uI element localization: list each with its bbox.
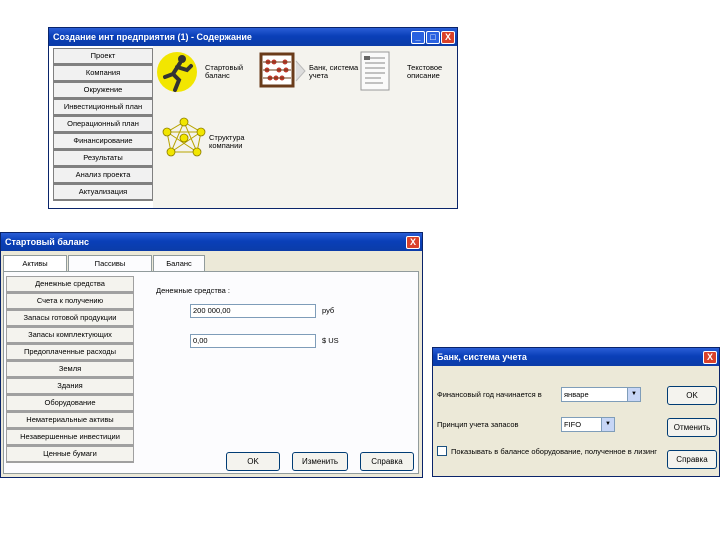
tab-strip: Активы Пассивы Баланс [3,255,206,271]
chevron-down-icon[interactable]: ▼ [627,388,640,401]
help-button[interactable]: Справка [360,452,414,471]
cash-usd-input[interactable]: 0,00 [190,334,316,348]
tab-liabilities[interactable]: Пассивы [68,255,152,271]
tab-assets[interactable]: Активы [3,255,67,271]
company-structure-label: Структура компании [209,133,245,150]
leasing-checkbox-label: Показывать в балансе оборудование, получ… [451,447,657,456]
bank-accounting-item[interactable]: Банк, система учета [259,50,363,90]
category-buildings[interactable]: Здания [6,378,134,395]
window-title: Банк, система учета [437,352,527,362]
network-icon [162,117,206,157]
fiscal-year-label: Финансовый год начинается в [437,390,542,399]
icon-area: Стартовый баланс Банк, система учета Тек… [153,46,457,208]
nav-item-actualization[interactable]: Актуализация [53,184,153,201]
usd-unit-label: $ US [322,336,339,345]
close-button[interactable]: X [703,350,717,364]
maximize-button[interactable]: □ [426,30,440,44]
category-cash[interactable]: Денежные средства [6,276,134,293]
window-title: Создание инт предприятия (1) - Содержани… [53,32,252,42]
starting-balance-window: Стартовый баланс X Активы Пассивы Баланс… [0,232,423,478]
minimize-button[interactable]: _ [411,30,425,44]
asset-category-list: Денежные средства Счета к получению Запа… [6,276,134,463]
inventory-principle-label: Принцип учета запасов [437,420,519,429]
cash-field-heading: Денежные средства : [156,286,231,295]
change-button[interactable]: Изменить [292,452,348,471]
nav-item-investment-plan[interactable]: Инвестиционный план [53,99,153,116]
ok-button[interactable]: OK [667,386,717,405]
nav-item-financing[interactable]: Финансирование [53,133,153,150]
window-title: Стартовый баланс [5,237,90,247]
bank-accounting-window: Банк, система учета X Финансовый год нач… [432,347,720,477]
nav-item-project-analysis[interactable]: Анализ проекта [53,167,153,184]
abacus-icon [259,52,295,88]
section-nav: Проект Компания Окружение Инвестиционный… [53,48,153,201]
category-equipment[interactable]: Оборудование [6,395,134,412]
fiscal-year-select[interactable]: январе ▼ [561,387,641,402]
starting-balance-label: Стартовый баланс [205,63,244,80]
nav-item-operating-plan[interactable]: Операционный план [53,116,153,133]
company-structure-item[interactable]: Структура компании [161,116,255,160]
cancel-button[interactable]: Отменить [667,418,717,437]
category-prepaid-expenses[interactable]: Предоплаченные расходы [6,344,134,361]
title-bar[interactable]: Стартовый баланс X [1,233,422,251]
nav-item-environment[interactable]: Окружение [53,82,153,99]
close-button[interactable]: X [441,30,455,44]
title-bar[interactable]: Создание инт предприятия (1) - Содержани… [49,28,457,46]
tab-balance[interactable]: Баланс [153,255,205,271]
fiscal-year-value: январе [564,390,589,399]
text-description-label: Текстовое описание [407,63,443,80]
arrow-right-icon [295,60,306,82]
category-intangible-assets[interactable]: Нематериальные активы [6,412,134,429]
running-man-icon [157,52,197,92]
project-contents-window: Создание инт предприятия (1) - Содержани… [48,27,458,209]
category-unfinished-investments[interactable]: Незавершенные инвестиции [6,429,134,446]
leasing-checkbox[interactable] [437,446,447,456]
category-components[interactable]: Запасы комплектующих [6,327,134,344]
close-button[interactable]: X [406,235,420,249]
nav-item-company[interactable]: Компания [53,65,153,82]
help-button[interactable]: Справка [667,450,717,469]
bank-accounting-label: Банк, система учета [309,63,359,80]
cash-rub-input[interactable]: 200 000,00 [190,304,316,318]
category-securities[interactable]: Ценные бумаги [6,446,134,463]
window-body: Финансовый год начинается в январе ▼ При… [433,366,719,476]
document-icon [360,51,390,91]
nav-item-project[interactable]: Проект [53,48,153,65]
nav-item-results[interactable]: Результаты [53,150,153,167]
category-finished-goods[interactable]: Запасы готовой продукции [6,310,134,327]
inventory-principle-value: FIFO [564,420,582,429]
chevron-down-icon[interactable]: ▼ [601,418,614,431]
category-receivables[interactable]: Счета к получению [6,293,134,310]
ok-button[interactable]: OK [226,452,280,471]
tab-panel: Денежные средства Счета к получению Запа… [3,271,419,474]
window-body: Проект Компания Окружение Инвестиционный… [49,46,457,208]
text-description-item[interactable]: Текстовое описание [357,50,453,92]
starting-balance-item[interactable]: Стартовый баланс [155,50,251,94]
title-bar[interactable]: Банк, система учета X [433,348,719,366]
inventory-principle-select[interactable]: FIFO ▼ [561,417,615,432]
category-land[interactable]: Земля [6,361,134,378]
rub-unit-label: руб [322,306,335,315]
